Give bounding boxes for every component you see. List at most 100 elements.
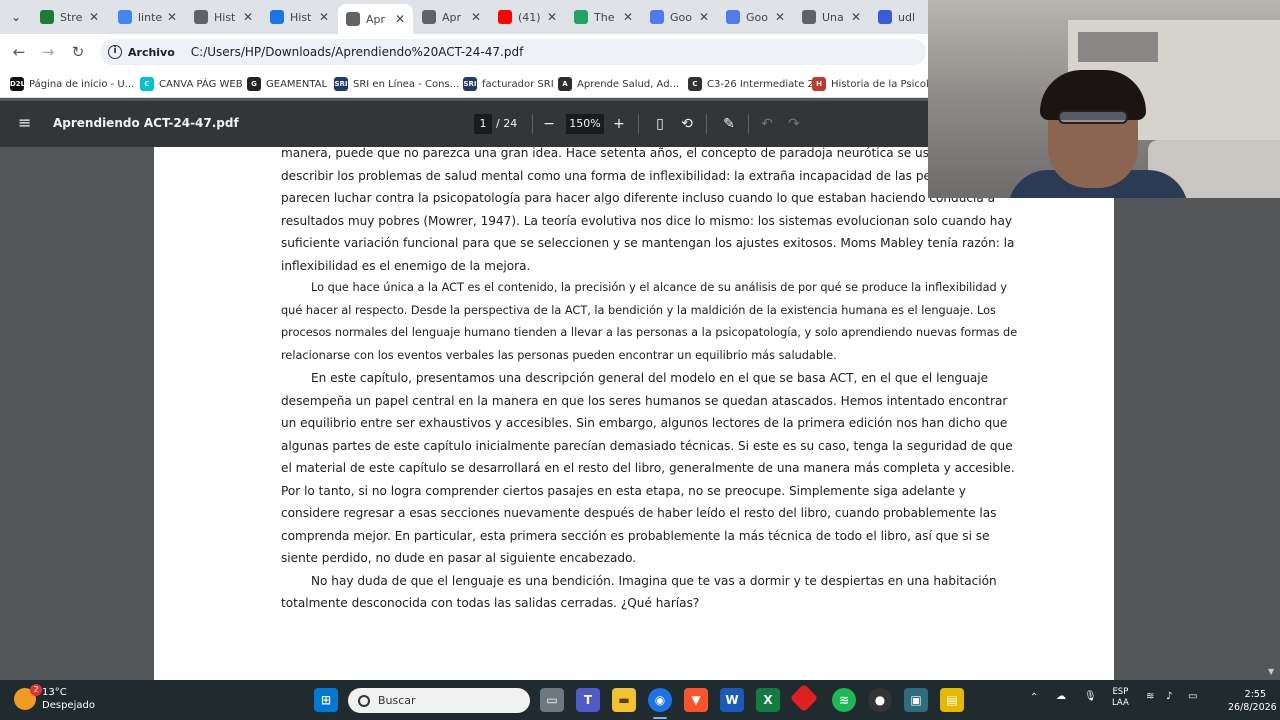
close-tab-icon[interactable]: ✕ (697, 10, 711, 24)
close-tab-icon[interactable]: ✕ (165, 10, 179, 24)
rotate-icon[interactable]: ⟲ (678, 115, 696, 133)
active-app-indicator (653, 717, 667, 719)
page-number-input[interactable]: 1 (474, 114, 492, 134)
task-view-icon[interactable]: ▭ (540, 688, 564, 712)
browser-tab[interactable]: The ✕ (566, 4, 641, 30)
chrome-icon[interactable]: ◉ (648, 688, 672, 712)
taskbar: 2 13°C Despejado ⊞ Buscar ▭ T ▬ ◉ ▼ W X … (0, 680, 1280, 720)
search-placeholder: Buscar (378, 694, 416, 707)
hamburger-menu-icon[interactable]: ≡ (18, 115, 31, 131)
browser-tab[interactable]: Goo ✕ (718, 4, 793, 30)
tab-search-chevron-icon[interactable]: ⌄ (6, 7, 26, 27)
bookmark-item[interactable]: SRI facturador SRI (463, 76, 554, 92)
spotify-icon[interactable]: ≋ (832, 688, 856, 712)
language-primary: ESP (1112, 687, 1129, 697)
anydesk-icon[interactable] (789, 683, 819, 713)
bookmark-item[interactable]: G GEAMENTAL (247, 76, 327, 92)
udla-icon (878, 10, 892, 24)
weather-widget[interactable]: 2 13°C Despejado (14, 684, 95, 712)
fit-page-icon[interactable]: ▯ (651, 115, 669, 133)
close-tab-icon[interactable]: ✕ (241, 10, 255, 24)
browser-tab[interactable]: Apr ✕ (414, 4, 489, 30)
excel-icon[interactable]: X (756, 688, 780, 712)
background-shelf (1078, 32, 1158, 62)
close-tab-icon[interactable]: ✕ (317, 10, 331, 24)
browser-tab[interactable]: Una ✕ (794, 4, 869, 30)
browser-tab[interactable]: Stre ✕ (32, 4, 107, 30)
tab-label: Apr (442, 10, 462, 24)
winrar-icon[interactable]: ▤ (940, 688, 964, 712)
reload-icon[interactable]: ↻ (68, 42, 88, 62)
tab-label: Goo (746, 10, 768, 24)
bookmark-item[interactable]: A Aprende Salud, Ad... (558, 76, 679, 92)
bookmark-item[interactable]: SRI SRI en Línea - Cons... (334, 76, 459, 92)
zoom-in-icon[interactable]: + (610, 115, 628, 133)
sun-icon: 2 (14, 684, 42, 710)
tab-label: linte (138, 10, 163, 24)
url-text[interactable]: C:/Users/HP/Downloads/Aprendiendo%20ACT-… (191, 45, 524, 59)
close-tab-icon[interactable]: ✕ (393, 12, 407, 26)
close-tab-icon[interactable]: ✕ (545, 10, 559, 24)
forward-arrow-icon[interactable]: → (38, 42, 58, 62)
redo-icon[interactable]: ↷ (785, 115, 803, 133)
browser-tab[interactable]: Apr ✕ (338, 4, 413, 34)
undo-icon[interactable]: ↶ (758, 115, 776, 133)
tab-label: Stre (60, 10, 83, 24)
browser-tab[interactable]: Hist ✕ (186, 4, 261, 30)
globe-icon (346, 12, 360, 26)
bookmark-favicon-icon: A (558, 77, 572, 91)
clock-date: 26/8/2026 (1228, 702, 1277, 713)
chevron-up-icon[interactable]: ⌃ (1030, 692, 1038, 703)
browser-tab[interactable]: linte ✕ (110, 4, 185, 30)
bookmark-favicon-icon: C (140, 77, 154, 91)
tab-label: Una (822, 10, 844, 24)
taskbar-search[interactable]: Buscar (348, 688, 530, 713)
system-clock[interactable]: 2:55 26/8/2026 (1228, 688, 1277, 714)
bookmark-label: C3-26 Intermediate 2 (707, 78, 814, 90)
wifi-icon[interactable]: ≋ (1146, 691, 1154, 702)
bookmark-label: facturador SRI (482, 78, 554, 90)
bookmark-item[interactable]: C CANVA PÁG WEB (140, 76, 243, 92)
teams-icon[interactable]: T (576, 688, 600, 712)
youtube-icon (498, 10, 512, 24)
scroll-down-arrow-icon[interactable]: ▼ (1268, 667, 1278, 676)
cloud-icon[interactable]: ☁ (1056, 691, 1066, 702)
browser-toolbar: ← → ↻ i Archivo C:/Users/HP/Downloads/Ap… (0, 34, 928, 70)
gemini-icon (726, 10, 740, 24)
bookmark-item[interactable]: D2L Página de inicio - U... (10, 76, 134, 92)
tab-label: (41) (518, 10, 541, 24)
back-arrow-icon[interactable]: ← (9, 42, 29, 62)
close-tab-icon[interactable]: ✕ (621, 10, 635, 24)
close-tab-icon[interactable]: ✕ (773, 10, 787, 24)
close-tab-icon[interactable]: ✕ (849, 10, 863, 24)
pdf-viewport[interactable]: manera, puede que no parezca una gran id… (0, 147, 1280, 680)
bookmark-item[interactable]: C C3-26 Intermediate 2 (688, 76, 814, 92)
address-bar[interactable]: i Archivo C:/Users/HP/Downloads/Aprendie… (100, 39, 926, 65)
bookmark-label: Página de inicio - U... (29, 78, 135, 90)
browser-tab[interactable]: Hist ✕ (262, 4, 337, 30)
browser-tab[interactable]: (41) ✕ (490, 4, 565, 30)
bookmark-item[interactable]: H Historia de la Psicol... (812, 76, 938, 92)
globe-icon (422, 10, 436, 24)
close-tab-icon[interactable]: ✕ (469, 10, 483, 24)
zoom-level-input[interactable]: 150% (566, 114, 604, 134)
battery-icon[interactable]: ▭ (1188, 691, 1197, 702)
annotate-pen-icon[interactable]: ✎ (720, 115, 738, 133)
zoom-out-icon[interactable]: − (540, 115, 558, 133)
bookmark-favicon-icon: C (688, 77, 702, 91)
info-icon[interactable]: i (108, 45, 122, 59)
weather-temp: 13°C (42, 687, 67, 698)
file-explorer-icon[interactable]: ▬ (612, 688, 636, 712)
document-paragraph: Lo que hace única a la ACT es el conteni… (281, 281, 1018, 362)
tab-label: Hist (290, 10, 312, 24)
brave-icon[interactable]: ▼ (684, 688, 708, 712)
microphone-icon[interactable]: 🎙 (1084, 691, 1097, 702)
volume-icon[interactable]: ♪ (1166, 691, 1172, 702)
word-icon[interactable]: W (720, 688, 744, 712)
close-tab-icon[interactable]: ✕ (87, 10, 101, 24)
github-icon[interactable]: ● (868, 688, 892, 712)
language-indicator[interactable]: ESP LAA (1112, 687, 1129, 709)
browser-tab[interactable]: Goo ✕ (642, 4, 717, 30)
windows-start-icon[interactable]: ⊞ (314, 688, 338, 712)
app-window-icon[interactable]: ▣ (904, 688, 928, 712)
